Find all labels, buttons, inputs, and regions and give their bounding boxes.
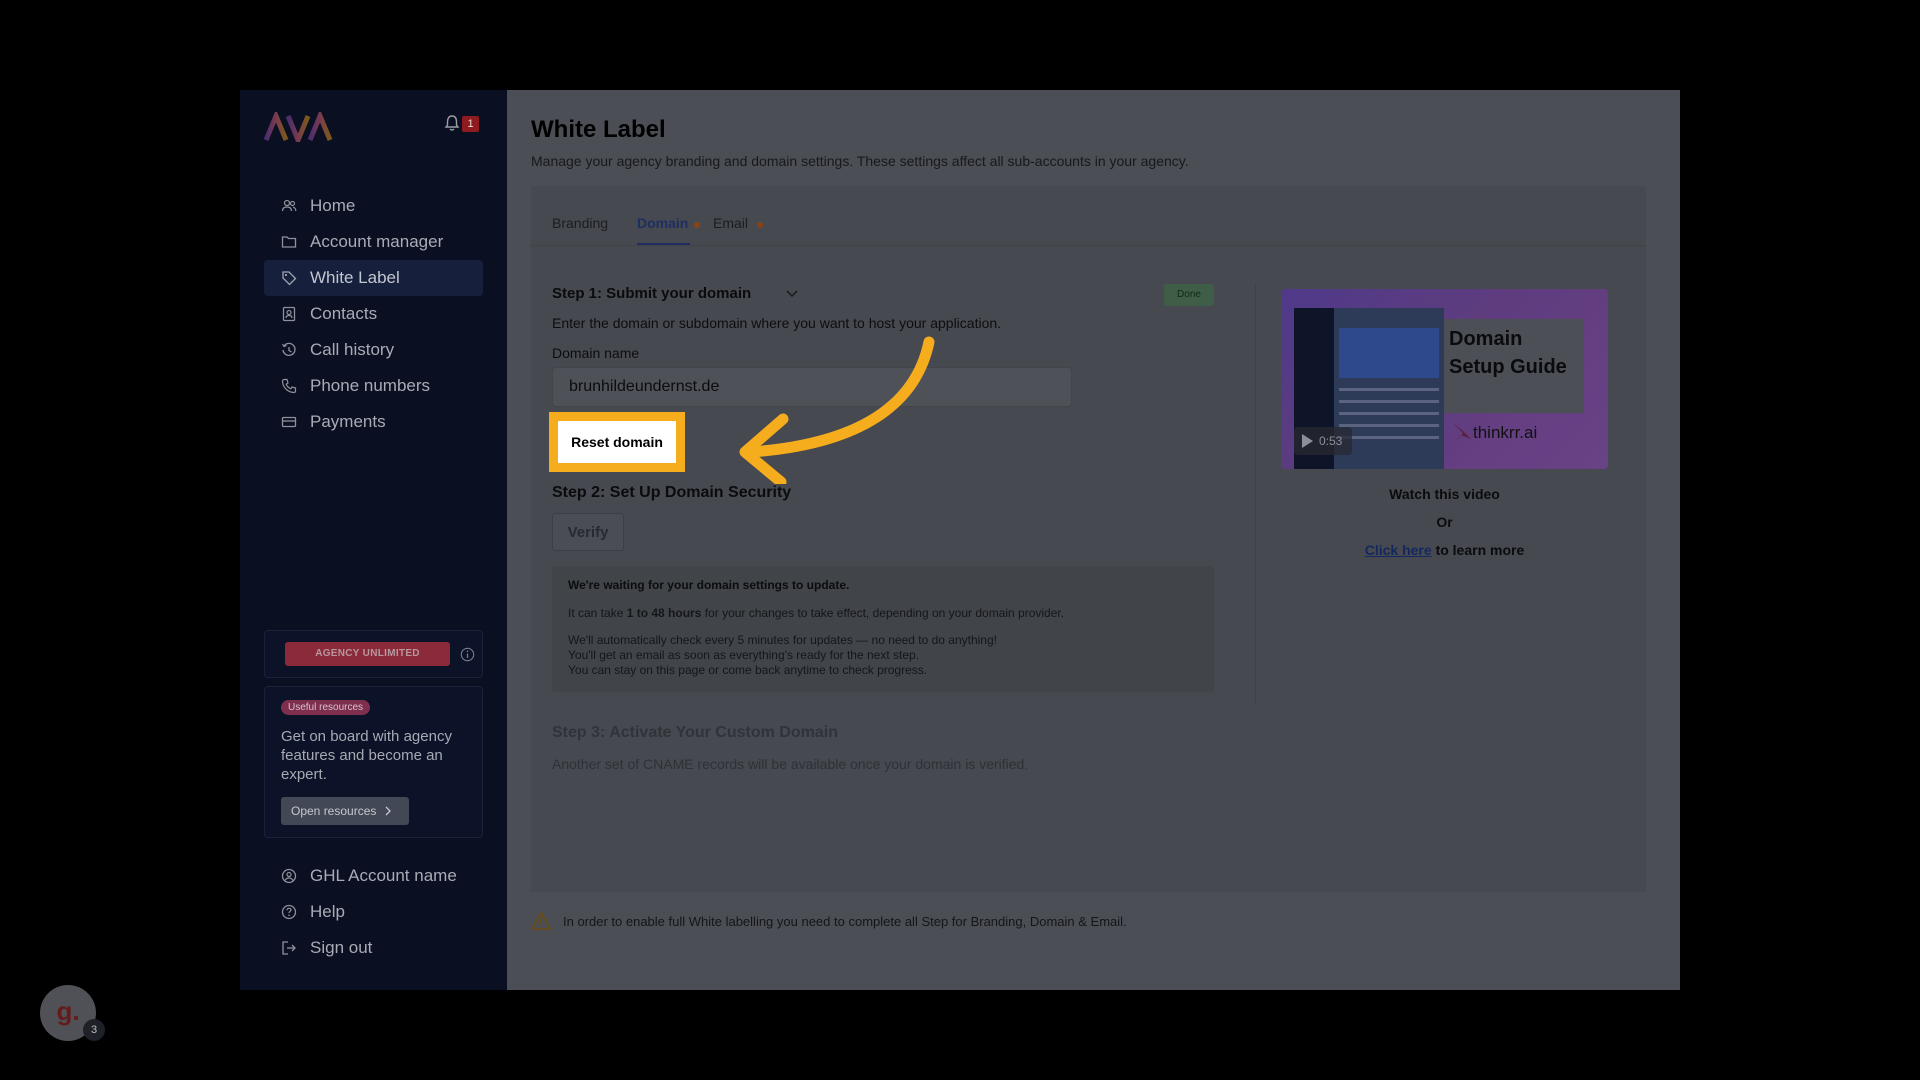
tab-branding[interactable]: Branding <box>552 215 608 231</box>
contacts-icon <box>280 305 298 323</box>
step3-title: Step 3: Activate Your Custom Domain <box>552 724 838 741</box>
sidebar-item-contacts[interactable]: Contacts <box>264 296 483 332</box>
domain-card: Branding Domain Email Step 1: Submit you… <box>531 186 1646 892</box>
sidebar: 1 Home Account manager White Label Conta… <box>240 90 507 990</box>
sign-out-icon <box>280 939 298 957</box>
learn-more: Click here to learn more <box>1281 542 1608 558</box>
notification-badge: 1 <box>462 116 479 132</box>
open-resources-label: Open resources <box>291 804 377 818</box>
reset-domain-highlight: Reset domain <box>549 412 685 472</box>
email-status-dot <box>757 222 763 228</box>
reset-domain-button[interactable]: Reset domain <box>558 421 676 463</box>
waiting-title: We're waiting for your domain settings t… <box>568 578 850 592</box>
sidebar-item-label: Phone numbers <box>310 376 431 395</box>
tab-bar: Branding Domain Email <box>531 186 1646 246</box>
thinkrr-icon <box>1453 423 1471 443</box>
waiting-line: You can stay on this page or come back a… <box>568 663 928 677</box>
resources-text: Get on board with agency features and be… <box>281 728 452 783</box>
help-icon <box>280 903 298 921</box>
sidebar-item-label: Help <box>310 902 345 921</box>
waiting-line: We'll automatically check every 5 minute… <box>568 633 997 647</box>
sidebar-item-label: Sign out <box>310 938 373 957</box>
sidebar-item-call-history[interactable]: Call history <box>264 332 483 368</box>
sidebar-item-payments[interactable]: Payments <box>264 404 483 440</box>
verify-button[interactable]: Verify <box>552 513 624 551</box>
video-title: Domain Setup Guide <box>1449 328 1567 378</box>
chevron-right-icon <box>385 806 392 816</box>
or-text: Or <box>1436 514 1453 530</box>
waiting-line-post: for your changes to take effect, dependi… <box>701 606 1065 620</box>
warning-icon <box>531 912 551 930</box>
video-thumbnail[interactable]: Domain Setup Guide thinkrr.ai 0:53 <box>1281 289 1608 469</box>
waiting-line-pre: It can take <box>568 606 627 620</box>
chevron-down-icon[interactable] <box>785 289 799 299</box>
tab-email[interactable]: Email <box>713 215 748 231</box>
ava-logo[interactable] <box>264 112 334 142</box>
sidebar-item-home[interactable]: Home <box>264 188 483 224</box>
divider <box>1255 285 1256 705</box>
sidebar-item-label: Payments <box>310 412 386 431</box>
card-icon <box>280 413 298 431</box>
resources-badge: Useful resources <box>281 700 371 715</box>
resources-card: Useful resources Get on board with agenc… <box>264 686 483 838</box>
sidebar-bottom-nav: GHL Account name Help Sign out <box>264 858 483 966</box>
info-icon[interactable] <box>460 647 475 662</box>
sidebar-item-white-label[interactable]: White Label <box>264 260 483 296</box>
page-subtitle: Manage your agency branding and domain s… <box>531 153 1189 169</box>
waiting-line: You'll get an email as soon as everythin… <box>568 648 920 662</box>
video-duration: 0:53 <box>1319 434 1343 448</box>
active-tab-indicator <box>637 243 690 245</box>
phone-icon <box>280 377 298 395</box>
thinkrr-brand: thinkrr.ai <box>1473 423 1538 442</box>
step1-title[interactable]: Step 1: Submit your domain <box>552 285 751 302</box>
sidebar-item-label: Contacts <box>310 304 378 323</box>
waiting-notice: We're waiting for your domain settings t… <box>552 566 1214 692</box>
status-badge: Done <box>1164 284 1214 306</box>
pointer-arrow <box>739 336 935 484</box>
sidebar-item-help[interactable]: Help <box>264 894 483 930</box>
open-resources-button[interactable]: Open resources <box>281 797 409 825</box>
bell-icon[interactable] <box>443 114 461 132</box>
play-button[interactable]: 0:53 <box>1294 427 1352 455</box>
user-circle-icon <box>280 867 298 885</box>
sidebar-item-sign-out[interactable]: Sign out <box>264 930 483 966</box>
play-icon <box>1302 434 1313 448</box>
sidebar-item-label: Call history <box>310 340 395 359</box>
step1-description: Enter the domain or subdomain where you … <box>552 315 1002 331</box>
white-label-warning: In order to enable full White labelling … <box>531 912 1127 930</box>
page-title: White Label <box>531 116 666 143</box>
history-icon <box>280 341 298 359</box>
app-window: 1 Home Account manager White Label Conta… <box>240 90 1680 990</box>
tab-domain[interactable]: Domain <box>637 215 688 231</box>
thinkrr-logo: thinkrr.ai <box>1451 421 1537 445</box>
waiting-line: It can take 1 to 48 hours for your chang… <box>568 606 1064 620</box>
click-here-link[interactable]: Click here <box>1365 542 1432 558</box>
domain-status-dot <box>694 222 700 228</box>
warning-text: In order to enable full White labelling … <box>563 913 1127 929</box>
sidebar-item-label: Home <box>310 196 356 215</box>
plan-box: AGENCY UNLIMITED <box>264 630 483 678</box>
sidebar-item-label: Account manager <box>310 232 444 251</box>
sidebar-item-phone-numbers[interactable]: Phone numbers <box>264 368 483 404</box>
folder-icon <box>280 233 298 251</box>
sidebar-item-label: White Label <box>310 268 400 287</box>
step3-description: Another set of CNAME records will be ava… <box>552 756 1029 772</box>
main-content: White Label Manage your agency branding … <box>507 90 1680 990</box>
users-icon <box>280 197 298 215</box>
sidebar-item-account[interactable]: GHL Account name <box>264 858 483 894</box>
domain-name-label: Domain name <box>552 345 640 361</box>
sidebar-item-label: GHL Account name <box>310 866 457 885</box>
sidebar-nav: Home Account manager White Label Contact… <box>264 188 483 440</box>
tag-icon <box>280 269 298 287</box>
step2-title: Step 2: Set Up Domain Security <box>552 484 792 501</box>
guide-count-badge: 3 <box>83 1019 105 1041</box>
watch-video-text: Watch this video <box>1389 486 1500 502</box>
waiting-hours: 1 to 48 hours <box>626 606 702 620</box>
learn-more-suffix: to learn more <box>1435 542 1525 558</box>
sidebar-item-account-manager[interactable]: Account manager <box>264 224 483 260</box>
plan-badge[interactable]: AGENCY UNLIMITED <box>285 642 450 666</box>
